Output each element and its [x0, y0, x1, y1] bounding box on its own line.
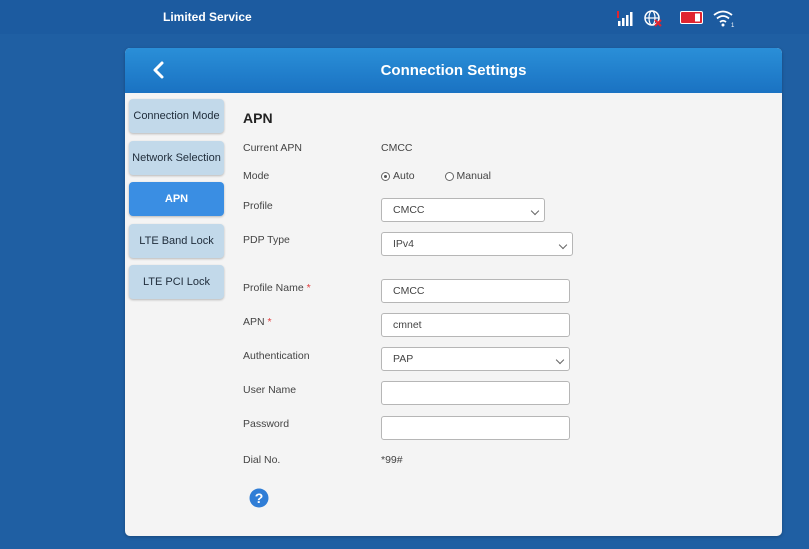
page-title: Connection Settings [380, 62, 527, 79]
sidebar-item-lte-pci-lock[interactable]: LTE PCI Lock [129, 265, 224, 299]
chevron-down-icon [558, 240, 568, 250]
status-bar: Limited Service 1 [0, 0, 809, 34]
sidebar-item-label: LTE PCI Lock [142, 276, 211, 288]
required-mark: * [306, 282, 311, 294]
sidebar-item-label: APN [164, 193, 189, 205]
apn-input[interactable]: cmnet [381, 313, 570, 337]
mode-auto-label: Auto [393, 170, 415, 182]
authentication-select[interactable]: PAP [381, 347, 570, 371]
mode-auto-radio[interactable]: Auto [381, 170, 415, 182]
mode-label: Mode [243, 170, 270, 182]
sidebar-item-label: LTE Band Lock [139, 235, 214, 247]
current-apn-label: Current APN [243, 142, 302, 154]
pdp-type-label: PDP Type [243, 234, 290, 246]
pdp-type-select[interactable]: IPv4 [381, 232, 573, 256]
svg-text:1: 1 [731, 23, 735, 27]
sidebar-item-connection-mode[interactable]: Connection Mode [129, 99, 224, 133]
pdp-type-select-value: IPv4 [393, 238, 415, 250]
chevron-down-icon [530, 206, 540, 216]
radio-checked-icon [381, 172, 390, 181]
sidebar-item-label: Network Selection [132, 152, 221, 164]
profile-select-value: CMCC [393, 204, 425, 216]
profile-label: Profile [243, 200, 273, 212]
service-status-text: Limited Service [163, 10, 252, 24]
required-mark: * [267, 316, 272, 328]
dial-no-label: Dial No. [243, 454, 281, 466]
profile-name-input[interactable]: CMCC [381, 279, 570, 303]
chevron-down-icon [555, 355, 565, 365]
mode-manual-label: Manual [456, 170, 491, 182]
sidebar-item-label: Connection Mode [133, 110, 220, 122]
profile-name-label: Profile Name * [243, 282, 311, 294]
user-name-input[interactable] [381, 381, 570, 405]
question-mark-icon[interactable]: ? [249, 488, 269, 508]
sidebar-item-network-selection[interactable]: Network Selection [129, 141, 224, 175]
section-title: APN [243, 110, 273, 126]
password-label: Password [243, 418, 290, 430]
profile-select[interactable]: CMCC [381, 198, 545, 222]
svg-text:?: ? [255, 490, 264, 506]
wifi-icon: 1 [713, 10, 735, 27]
radio-unchecked-icon [444, 172, 454, 181]
sim-card-icon [680, 11, 703, 24]
signal-strength-icon [617, 11, 633, 26]
password-input[interactable] [381, 416, 570, 440]
mode-manual-radio[interactable]: Manual [444, 170, 491, 182]
globe-roaming-icon [644, 10, 662, 27]
mode-radio-group: Auto Manual [381, 170, 491, 182]
apn-label: APN * [243, 316, 272, 328]
dial-no-value: *99# [381, 454, 403, 466]
authentication-select-value: PAP [393, 353, 414, 365]
current-apn-value: CMCC [381, 142, 413, 154]
user-name-label: User Name [243, 384, 297, 396]
authentication-label: Authentication [243, 350, 310, 362]
panel-header: Connection Settings [125, 48, 782, 93]
sidebar-item-apn[interactable]: APN [129, 182, 224, 216]
sidebar-item-lte-band-lock[interactable]: LTE Band Lock [129, 224, 224, 258]
settings-panel: Connection Settings Connection Mode Netw… [125, 48, 782, 536]
